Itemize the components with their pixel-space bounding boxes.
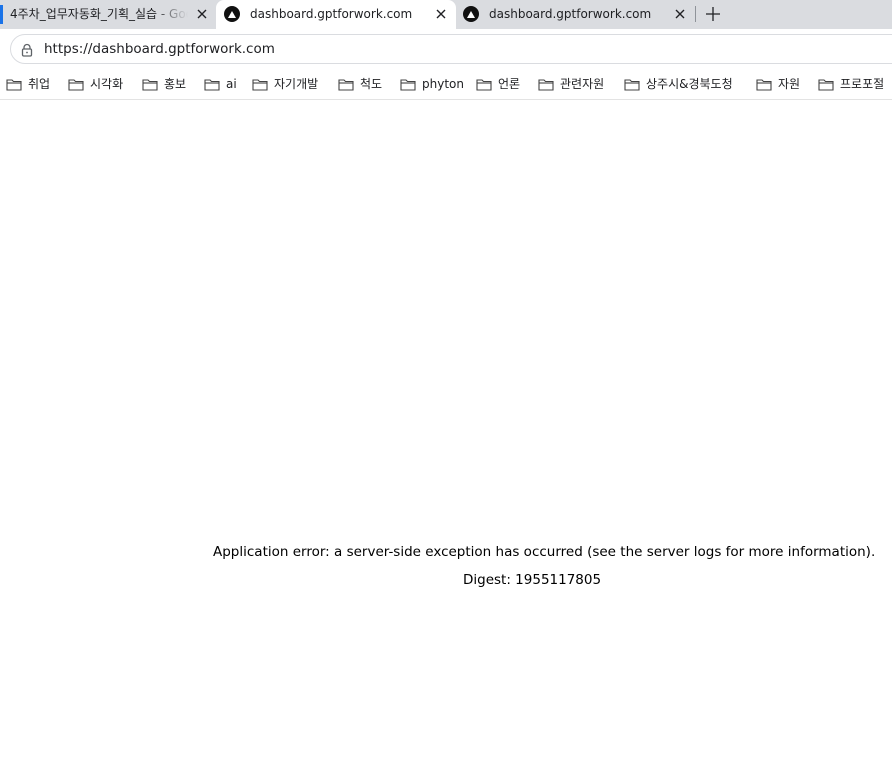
close-icon[interactable] [194,6,210,22]
tab-separator [695,6,696,22]
bookmark-folder[interactable]: 프로포절 [818,76,884,92]
plus-icon [706,7,720,21]
new-tab-button[interactable] [703,4,723,24]
bookmarks-bar: 취업 시각화 홍보 ai 자기개발 척도 phyton 언론 관련자원 상주시&… [0,70,892,100]
bookmark-label: 상주시&경북도청 [646,76,733,91]
tab-title: dashboard.gptforwork.com [489,7,652,21]
bookmark-folder[interactable]: ai [204,76,237,92]
folder-icon [142,78,158,91]
tab-group-accent [0,5,3,24]
close-icon[interactable] [672,6,688,22]
bookmark-label: 척도 [360,76,383,91]
tab-strip: 4주차_업무자동화_기획_실습 - Google dashboard.gptfo… [0,0,892,29]
lock-icon[interactable] [20,42,34,57]
bookmark-label: 프로포절 [840,76,885,91]
close-icon[interactable] [433,6,449,22]
tab-title: dashboard.gptforwork.com [250,7,413,21]
error-message: Application error: a server-side excepti… [213,544,876,560]
page-content: Application error: a server-side excepti… [0,100,892,776]
triangle-logo-icon [463,6,479,22]
bookmark-folder[interactable]: 홍보 [142,76,186,92]
triangle-logo-icon [224,6,240,22]
folder-icon [400,78,416,91]
folder-icon [204,78,220,91]
bookmark-label: ai [226,76,237,91]
folder-icon [476,78,492,91]
folder-icon [818,78,834,91]
tab-dashboard-active[interactable]: dashboard.gptforwork.com [216,0,456,29]
bookmark-label: 자원 [778,76,801,91]
bookmark-label: 홍보 [164,76,187,91]
tab-dashboard[interactable]: dashboard.gptforwork.com [456,0,692,29]
bookmark-folder[interactable]: 자기개발 [252,76,318,92]
bookmark-folder[interactable]: 관련자원 [538,76,604,92]
bookmark-label: 취업 [28,76,51,91]
bookmark-folder[interactable]: 상주시&경북도청 [624,76,733,92]
folder-icon [624,78,640,91]
folder-icon [338,78,354,91]
bookmark-folder[interactable]: 시각화 [68,76,123,92]
bookmark-folder[interactable]: phyton [400,76,464,92]
bookmark-label: 자기개발 [274,76,319,91]
browser-window: 4주차_업무자동화_기획_실습 - Google dashboard.gptfo… [0,0,892,776]
folder-icon [756,78,772,91]
bookmark-label: 언론 [498,76,521,91]
folder-icon [252,78,268,91]
bookmark-folder[interactable]: 언론 [476,76,520,92]
bookmark-label: 시각화 [90,76,124,91]
bookmark-folder[interactable]: 취업 [6,76,50,92]
bookmark-label: phyton [422,76,464,91]
tab-docs[interactable]: 4주차_업무자동화_기획_실습 - Google [0,0,216,29]
browser-toolbar: https://dashboard.gptforwork.com [0,29,892,70]
folder-icon [538,78,554,91]
bookmark-folder[interactable]: 자원 [756,76,800,92]
address-bar[interactable]: https://dashboard.gptforwork.com [10,34,892,64]
url-text[interactable]: https://dashboard.gptforwork.com [44,42,275,57]
error-digest: Digest: 1955117805 [463,572,602,588]
folder-icon [6,78,22,91]
bookmark-folder[interactable]: 척도 [338,76,382,92]
tab-title: 4주차_업무자동화_기획_실습 - Google [10,7,188,21]
folder-icon [68,78,84,91]
bookmark-label: 관련자원 [560,76,605,91]
